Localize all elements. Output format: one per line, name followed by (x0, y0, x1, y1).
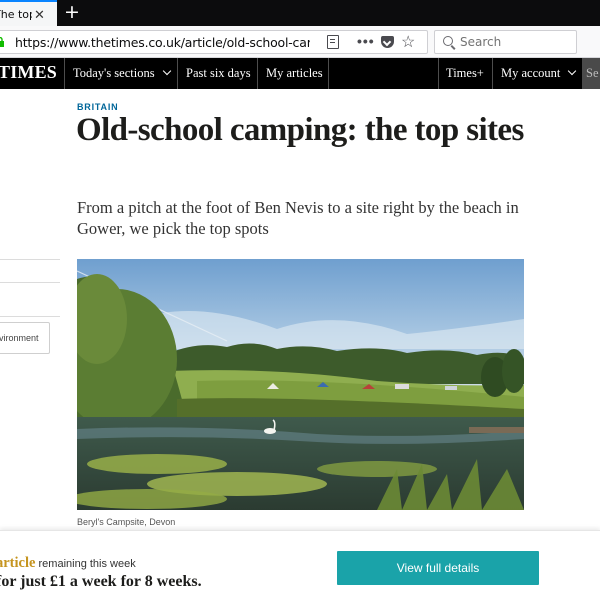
nav-item-label: Today's sections (73, 66, 155, 80)
search-placeholder: Search (460, 35, 502, 49)
lock-icon (0, 37, 4, 47)
nav-divider (64, 58, 65, 89)
nav-item-my-articles[interactable]: My articles (266, 66, 323, 81)
article-photo (77, 259, 524, 510)
pocket-icon[interactable] (381, 36, 394, 48)
chevron-down-icon (568, 66, 577, 76)
nav-item-todays-sections[interactable]: Today's sections (73, 66, 171, 81)
search-input[interactable]: Search (434, 30, 577, 54)
bookmark-star-icon[interactable]: ☆ (401, 32, 415, 52)
browser-tab-strip: The top sites ✕ + (0, 0, 600, 26)
paywall-remaining-text: remaining this week (35, 558, 136, 570)
section-label[interactable]: BRITAIN (77, 102, 118, 112)
paywall-banner: article remaining this week for just £1 … (0, 530, 600, 600)
nav-item-past-six-days[interactable]: Past six days (186, 66, 251, 81)
sidebar-topic-label: vironment (0, 333, 39, 343)
nav-divider (438, 58, 439, 89)
sidebar-topic-button[interactable]: vironment (0, 322, 50, 354)
paywall-article-word: article (0, 555, 36, 571)
times-logo[interactable]: TIMES (0, 62, 57, 83)
campsite-image (77, 259, 524, 510)
browser-toolbar: https://www.thetimes.co.uk/article/old-s… (0, 26, 600, 58)
search-icon (443, 36, 453, 46)
nav-divider (177, 58, 178, 89)
new-tab-icon[interactable]: + (64, 2, 80, 22)
tab-title: The top sites (0, 7, 32, 21)
article-standfirst: From a pitch at the foot of Ben Nevis to… (77, 198, 519, 238)
photo-caption: Beryl's Campsite, Devon (77, 517, 176, 527)
url-text[interactable]: https://www.thetimes.co.uk/article/old-s… (15, 35, 310, 50)
nav-item-label: My account (501, 66, 561, 80)
close-tab-icon[interactable]: ✕ (34, 8, 45, 21)
page-title: Old-school camping: the top sites (76, 112, 524, 148)
paywall-remaining: article remaining this week (0, 555, 136, 572)
nav-search-button[interactable]: Se (582, 58, 600, 89)
url-bar[interactable]: https://www.thetimes.co.uk/article/old-s… (0, 30, 428, 54)
nav-item-times-plus[interactable]: Times+ (446, 66, 484, 81)
nav-item-my-account[interactable]: My account (501, 66, 577, 81)
nav-divider (328, 58, 329, 89)
paywall-offer: for just £1 a week for 8 weeks. (0, 573, 202, 590)
page-actions-icon[interactable]: ••• (357, 33, 375, 49)
nav-search-label: Se (586, 66, 599, 80)
chevron-down-icon (162, 66, 171, 76)
browser-tab[interactable]: The top sites ✕ (0, 0, 57, 26)
nav-divider (492, 58, 493, 89)
site-nav: TIMES Today's sections Past six days My … (0, 58, 600, 89)
sidebar-divider (0, 259, 60, 260)
view-full-details-button[interactable]: View full details (337, 551, 539, 585)
sidebar-divider (0, 282, 60, 283)
nav-divider (257, 58, 258, 89)
reader-view-icon[interactable] (327, 35, 339, 49)
sidebar-divider (0, 316, 60, 317)
